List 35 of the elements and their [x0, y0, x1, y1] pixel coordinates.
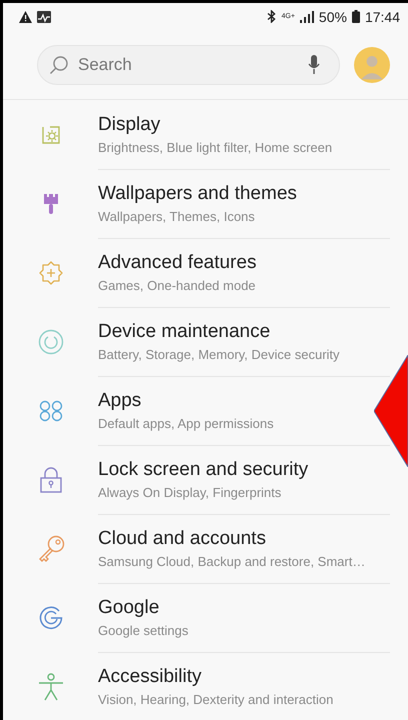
item-subtitle: Google settings	[98, 622, 190, 638]
item-title: Accessibility	[98, 666, 202, 688]
display-icon	[40, 124, 62, 146]
item-title: Google	[98, 596, 160, 618]
item-subtitle: Games, One-handed mode	[98, 278, 257, 292]
item-subtitle: Samsung Cloud, Backup and restore, Smart…	[98, 554, 366, 568]
item-subtitle: Brightness, Blue light filter, Home screen	[98, 140, 334, 154]
item-subtitle: Always On Display, Fingerprints	[98, 484, 282, 500]
warning-icon	[19, 10, 32, 22]
paint-brush-icon	[42, 192, 58, 214]
padlock-icon	[40, 466, 62, 492]
microphone-icon[interactable]	[308, 54, 320, 74]
item-title: Wallpapers and themes	[98, 182, 298, 204]
item-title: Device maintenance	[98, 320, 272, 342]
person-icon	[38, 672, 64, 700]
apps-grid-icon	[38, 400, 62, 422]
battery-percent: 50%	[318, 8, 347, 24]
battery-icon	[352, 10, 360, 23]
clock-time: 17:44	[364, 8, 400, 24]
key-icon	[36, 534, 64, 562]
item-subtitle: Default apps, App permissions	[98, 416, 275, 430]
item-title: Cloud and accounts	[98, 528, 267, 550]
item-subtitle: Battery, Storage, Memory, Device security	[98, 346, 341, 362]
bluetooth-icon	[267, 10, 276, 23]
item-title: Display	[98, 114, 162, 136]
item-title: Advanced features	[98, 252, 258, 274]
g-letter-icon	[38, 604, 64, 630]
signal-icon	[300, 10, 314, 22]
item-subtitle: Wallpapers, Themes, Icons	[98, 208, 256, 224]
gear-plus-icon	[38, 260, 64, 286]
search-field[interactable]: Search	[37, 44, 340, 84]
item-title: Lock screen and security	[98, 458, 310, 480]
refresh-circle-icon	[38, 328, 64, 354]
item-title: Apps	[98, 390, 142, 412]
item-subtitle: Vision, Hearing, Dexterity and interaction	[98, 692, 334, 707]
